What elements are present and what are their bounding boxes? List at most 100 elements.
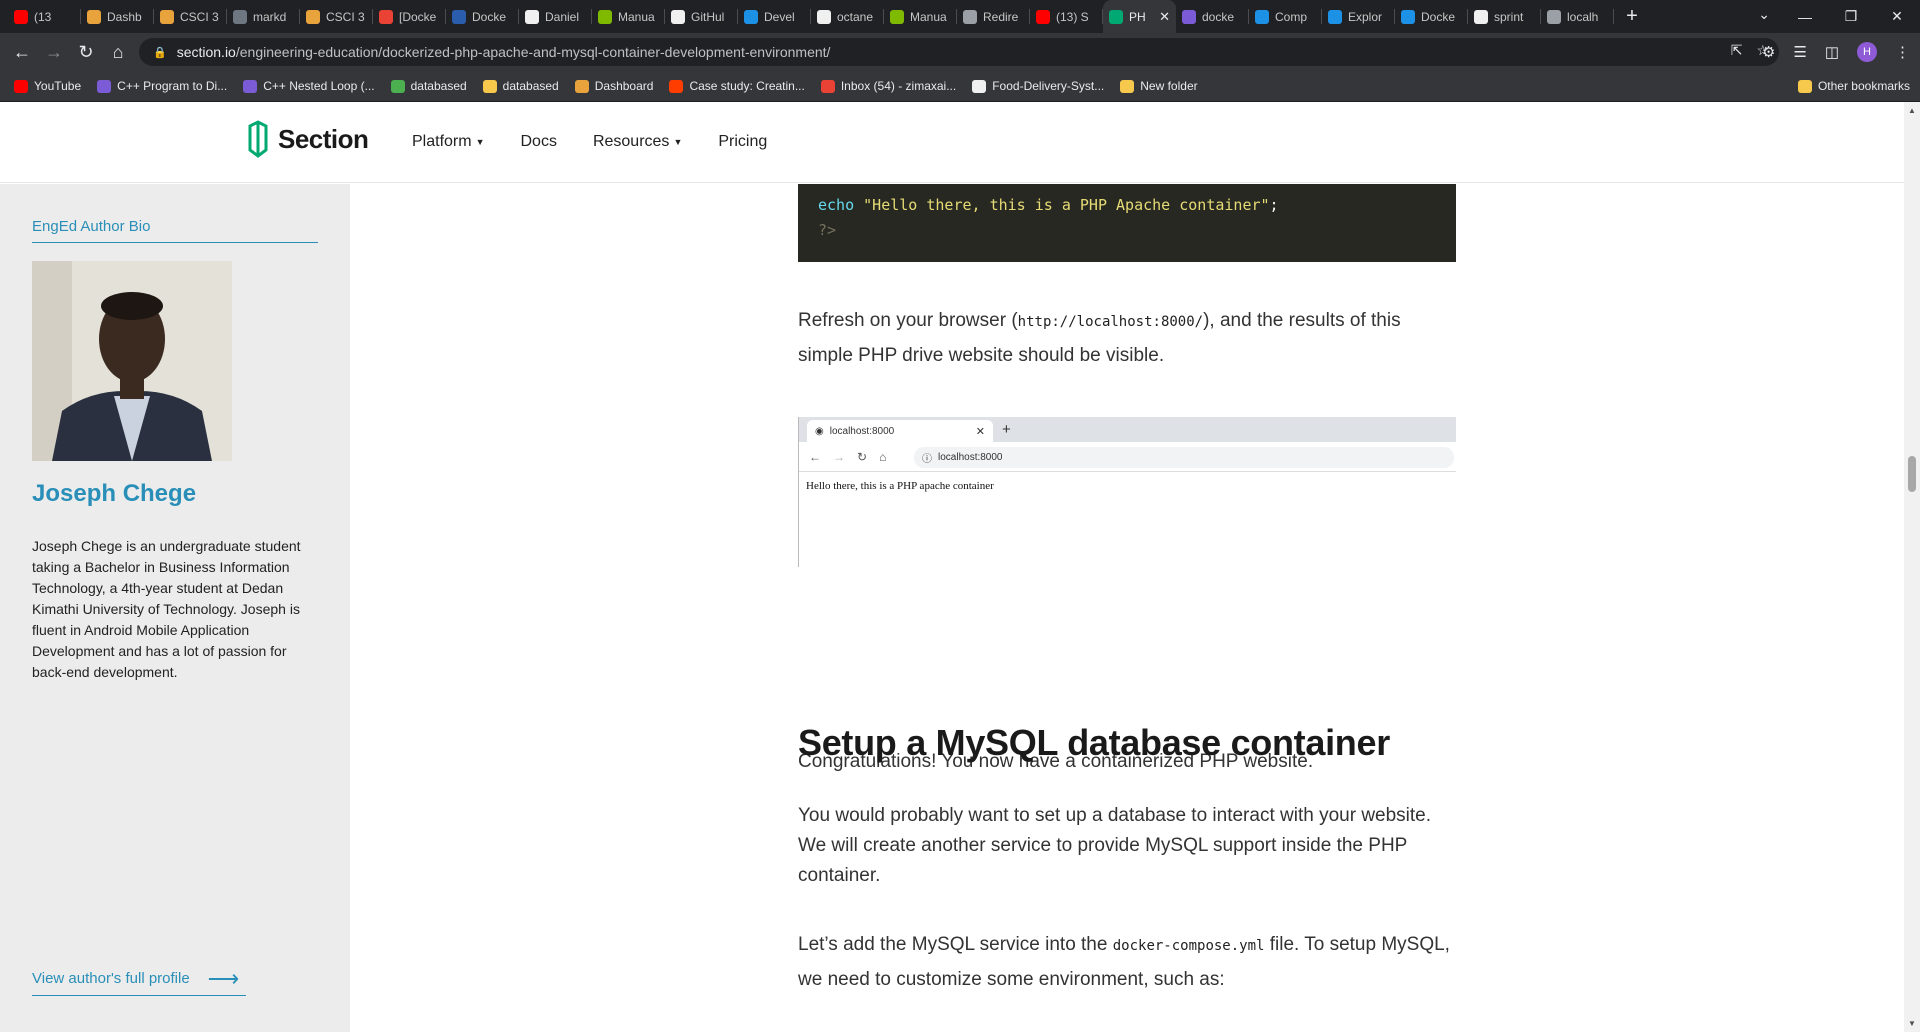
screenshot-tab: ◉ localhost:8000 ✕ <box>807 420 993 442</box>
close-tab-icon[interactable]: ✕ <box>1159 9 1170 25</box>
browser-tab[interactable]: GitHul <box>665 0 738 33</box>
extensions-icon[interactable]: ⚙ <box>1762 43 1775 61</box>
forward-icon: → <box>833 449 845 464</box>
nav-pricing[interactable]: Pricing <box>718 133 767 151</box>
code-block: echo "Hello there, this is a PHP Apache … <box>798 184 1456 262</box>
caret-down-icon: ▼ <box>475 136 485 147</box>
tab-favicon-icon <box>963 9 977 24</box>
tab-label: (13 <box>34 9 52 24</box>
bookmark-item[interactable]: Dashboard <box>574 79 653 93</box>
browser-tab[interactable]: [Docke <box>373 0 446 33</box>
bookmark-item[interactable]: databased <box>482 79 559 93</box>
scroll-up-icon[interactable]: ▲ <box>1908 106 1916 115</box>
tab-favicon-icon <box>379 9 393 24</box>
window-controls: — ❐ ✕ <box>1782 0 1920 33</box>
restore-icon[interactable]: ❐ <box>1828 8 1874 25</box>
lock-icon[interactable]: 🔒 <box>153 46 167 59</box>
browser-tab[interactable]: Docke <box>1395 0 1468 33</box>
close-icon: ✕ <box>975 425 985 438</box>
tab-favicon-icon <box>525 9 539 24</box>
address-bar[interactable]: 🔒 section.io/engineering-education/docke… <box>139 38 1779 66</box>
browser-tab[interactable]: Docke <box>446 0 519 33</box>
browser-tab[interactable]: sprint <box>1468 0 1541 33</box>
bookmark-item[interactable]: Food-Delivery-Syst... <box>972 79 1104 93</box>
tab-label: Daniel <box>545 9 580 24</box>
close-window-icon[interactable]: ✕ <box>1874 8 1920 25</box>
tab-label: markd <box>253 9 287 24</box>
minimize-icon[interactable]: — <box>1782 9 1828 25</box>
tab-favicon-icon <box>87 9 101 24</box>
back-icon: ← <box>809 449 821 464</box>
bookmark-item[interactable]: Inbox (54) - zimaxai... <box>820 79 957 93</box>
page-scrollbar[interactable]: ▲ ▼ <box>1904 102 1920 1032</box>
bookmark-item[interactable]: C++ Program to Di... <box>97 79 227 93</box>
author-name[interactable]: Joseph Chege <box>32 480 196 508</box>
browser-tab[interactable]: Comp <box>1249 0 1322 33</box>
tab-label: Dashb <box>107 9 142 24</box>
bookmark-label: Case study: Creatin... <box>689 79 805 93</box>
code-terminator: ; <box>1269 196 1279 214</box>
address-path: /engineering-education/dockerized-php-ap… <box>235 44 831 60</box>
forward-icon[interactable]: → <box>38 42 70 63</box>
browser-tab[interactable]: Manua <box>884 0 957 33</box>
home-icon[interactable]: ⌂ <box>102 42 134 63</box>
browser-tab[interactable]: CSCI 3 <box>154 0 227 33</box>
browser-tab[interactable]: (13) S <box>1030 0 1103 33</box>
view-profile-link[interactable]: View author's full profile ⟶ <box>32 965 246 996</box>
tab-favicon-icon <box>1036 9 1050 24</box>
browser-tab[interactable]: localh <box>1541 0 1614 33</box>
tab-label: GitHul <box>691 9 725 24</box>
main-nav: Platform ▼ Docs Resources ▼ Pricing <box>412 133 767 151</box>
back-icon[interactable]: ← <box>6 42 38 63</box>
browser-tab[interactable]: docke <box>1176 0 1249 33</box>
nav-resources[interactable]: Resources ▼ <box>593 133 682 151</box>
browser-tab[interactable]: Manua <box>592 0 665 33</box>
site-header: Section Platform ▼ Docs Resources ▼ Pricin… <box>0 102 1904 183</box>
scrollbar-thumb[interactable] <box>1908 456 1916 492</box>
tab-label: CSCI 3 <box>326 9 365 24</box>
other-bookmarks[interactable]: Other bookmarks <box>1797 79 1910 93</box>
refresh-url-code: http://localhost:8000/ <box>1017 314 1204 330</box>
scroll-down-icon[interactable]: ▼ <box>1908 1019 1916 1028</box>
tab-search-icon[interactable]: ⌄ <box>1758 6 1770 23</box>
browser-tab[interactable]: CSCI 3 <box>300 0 373 33</box>
tab-favicon-icon <box>1547 9 1561 24</box>
bookmark-item[interactable]: YouTube <box>14 79 81 93</box>
browser-tab[interactable]: PH ✕ <box>1103 0 1176 33</box>
share-icon[interactable]: ⇱ <box>1731 42 1743 59</box>
nav-platform[interactable]: Platform ▼ <box>412 133 485 151</box>
new-tab-button[interactable]: + <box>1614 5 1650 28</box>
browser-tab[interactable]: Redire <box>957 0 1030 33</box>
browser-tab[interactable]: Explor <box>1322 0 1395 33</box>
bookmark-item[interactable]: C++ Nested Loop (... <box>243 79 375 93</box>
bookmark-label: YouTube <box>34 79 82 93</box>
bio-label: EngEd Author Bio <box>32 218 318 243</box>
arrow-right-icon: ⟶ <box>207 965 240 991</box>
side-panel-icon[interactable]: ◫ <box>1825 43 1839 61</box>
tab-label: sprint <box>1494 9 1524 24</box>
menu-icon[interactable]: ⋮ <box>1895 43 1910 61</box>
bookmark-favicon-icon <box>14 79 28 93</box>
tab-label: localh <box>1567 9 1599 24</box>
bookmark-label: Inbox (54) - zimaxai... <box>840 79 957 93</box>
browser-tab[interactable]: Devel <box>738 0 811 33</box>
bookmark-item[interactable]: Case study: Creatin... <box>669 79 805 93</box>
tab-favicon-icon <box>452 9 466 24</box>
bookmark-label: C++ Nested Loop (... <box>263 79 375 93</box>
browser-tab[interactable]: Dashb <box>81 0 154 33</box>
section-logo[interactable]: Section <box>246 120 369 158</box>
bookmark-item[interactable]: databased <box>390 79 467 93</box>
tab-favicon-icon <box>1401 9 1415 24</box>
browser-tab[interactable]: markd <box>227 0 300 33</box>
tab-label: (13) S <box>1056 9 1089 24</box>
browser-tab[interactable]: (13 <box>8 0 81 33</box>
compose-file-code: docker-compose.yml <box>1112 938 1265 954</box>
reload-icon[interactable]: ↻ <box>70 42 102 63</box>
nav-docs[interactable]: Docs <box>521 133 557 151</box>
bookmark-favicon-icon <box>1120 79 1135 93</box>
reading-list-icon[interactable]: ☰ <box>1793 43 1806 61</box>
bookmark-item[interactable]: New folder <box>1120 79 1198 93</box>
profile-avatar[interactable]: H <box>1857 42 1877 62</box>
browser-tab[interactable]: octane <box>811 0 884 33</box>
browser-tab[interactable]: Daniel <box>519 0 592 33</box>
